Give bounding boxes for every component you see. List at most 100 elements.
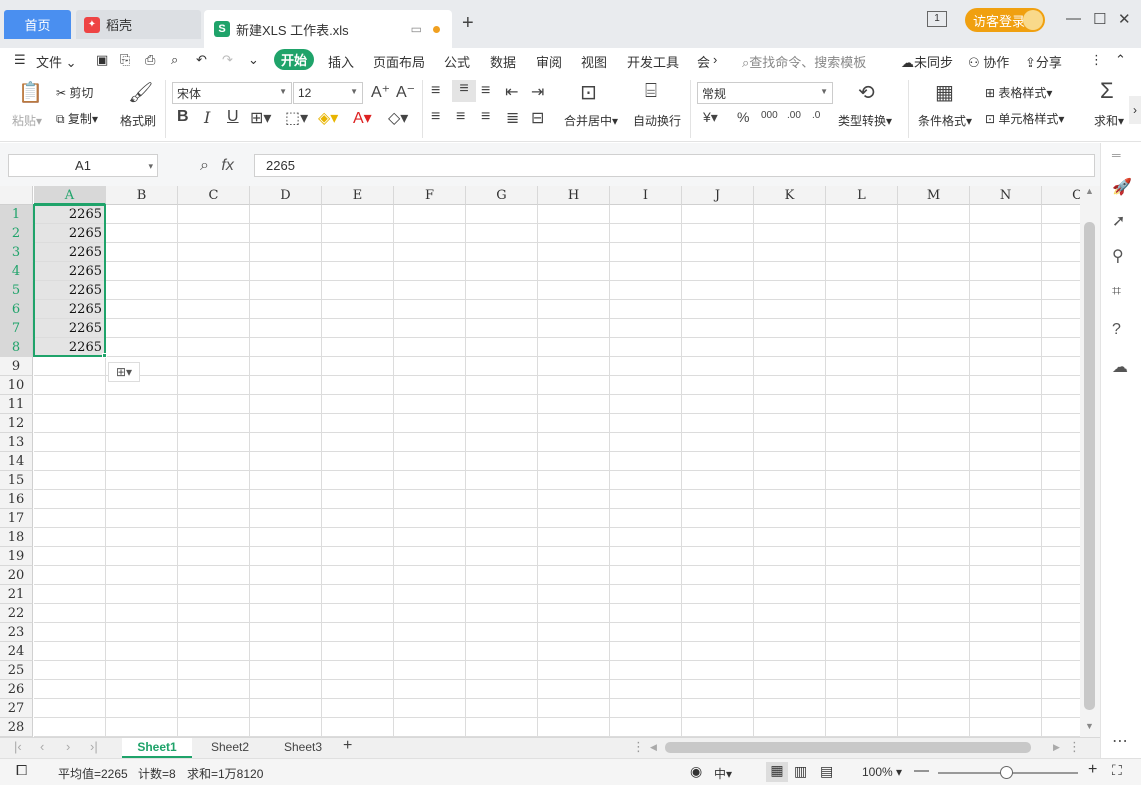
fill-options-icon[interactable]: ⊞▾ [108, 362, 140, 382]
cell-g23[interactable] [466, 623, 538, 642]
cell-m26[interactable] [898, 680, 970, 699]
row-header-28[interactable]: 28 [0, 718, 33, 737]
cell-n14[interactable] [970, 452, 1042, 471]
cell-e19[interactable] [322, 547, 394, 566]
cell-m12[interactable] [898, 414, 970, 433]
cell-f15[interactable] [394, 471, 466, 490]
cell-d9[interactable] [250, 357, 322, 376]
column-header-h[interactable]: H [538, 186, 610, 205]
row-header-16[interactable]: 16 [0, 490, 33, 509]
copy-button[interactable]: ⧉ 复制▾ [56, 110, 98, 127]
cell-n12[interactable] [970, 414, 1042, 433]
cell-m27[interactable] [898, 699, 970, 718]
row-header-24[interactable]: 24 [0, 642, 33, 661]
row-header-19[interactable]: 19 [0, 547, 33, 566]
column-header-l[interactable]: L [826, 186, 898, 205]
cell-j18[interactable] [682, 528, 754, 547]
number-format-select[interactable]: 常规 ▼ [697, 82, 833, 104]
cell-j21[interactable] [682, 585, 754, 604]
decrease-decimal-icon[interactable]: .0 [812, 110, 820, 121]
cell-o3[interactable] [1042, 243, 1080, 262]
column-header-m[interactable]: M [898, 186, 970, 205]
cell-f14[interactable] [394, 452, 466, 471]
cell-k16[interactable] [754, 490, 826, 509]
pointer-icon[interactable]: ➚ [1112, 211, 1125, 231]
cell-o26[interactable] [1042, 680, 1080, 699]
cell-k27[interactable] [754, 699, 826, 718]
cell-l1[interactable] [826, 205, 898, 224]
cell-j5[interactable] [682, 281, 754, 300]
cell-f6[interactable] [394, 300, 466, 319]
cell-g22[interactable] [466, 604, 538, 623]
cell-m13[interactable] [898, 433, 970, 452]
scroll-splitter-icon[interactable]: ⋮ [1068, 739, 1081, 755]
cell-o5[interactable] [1042, 281, 1080, 300]
cell-h5[interactable] [538, 281, 610, 300]
cell-k23[interactable] [754, 623, 826, 642]
cell-h24[interactable] [538, 642, 610, 661]
cell-c27[interactable] [178, 699, 250, 718]
column-header-f[interactable]: F [394, 186, 466, 205]
cell-d4[interactable] [250, 262, 322, 281]
cell-k2[interactable] [754, 224, 826, 243]
cell-e1[interactable] [322, 205, 394, 224]
cell-g15[interactable] [466, 471, 538, 490]
cell-l22[interactable] [826, 604, 898, 623]
cell-k14[interactable] [754, 452, 826, 471]
cell-m20[interactable] [898, 566, 970, 585]
cell-i23[interactable] [610, 623, 682, 642]
cell-j16[interactable] [682, 490, 754, 509]
cell-a17[interactable] [34, 509, 106, 528]
cell-e16[interactable] [322, 490, 394, 509]
cell-d16[interactable] [250, 490, 322, 509]
select-all-corner[interactable] [0, 186, 33, 205]
decrease-font-icon[interactable]: A⁻ [396, 82, 415, 102]
first-sheet-icon[interactable]: |‹ [14, 739, 22, 754]
cell-e22[interactable] [322, 604, 394, 623]
format-painter-button[interactable]: 格式刷 [120, 112, 156, 129]
cell-f16[interactable] [394, 490, 466, 509]
menu-page-layout[interactable]: 页面布局 [373, 52, 425, 71]
eye-protection-icon[interactable]: ◉ [690, 763, 702, 780]
cell-k1[interactable] [754, 205, 826, 224]
print-icon[interactable]: ⎙ [145, 52, 155, 68]
zoom-out-icon[interactable]: — [914, 762, 929, 779]
cell-m25[interactable] [898, 661, 970, 680]
cell-a3[interactable]: 2265 [34, 243, 106, 262]
formula-input[interactable]: 2265 [254, 154, 1095, 177]
column-header-n[interactable]: N [970, 186, 1042, 205]
cell-i9[interactable] [610, 357, 682, 376]
cell-l26[interactable] [826, 680, 898, 699]
cell-j10[interactable] [682, 376, 754, 395]
menu-view[interactable]: 视图 [581, 52, 607, 71]
cell-l2[interactable] [826, 224, 898, 243]
cell-h23[interactable] [538, 623, 610, 642]
cell-o13[interactable] [1042, 433, 1080, 452]
cell-d5[interactable] [250, 281, 322, 300]
cell-e8[interactable] [322, 338, 394, 357]
tab-splitter-icon[interactable]: ⋮ [632, 739, 645, 755]
cell-g8[interactable] [466, 338, 538, 357]
cell-i13[interactable] [610, 433, 682, 452]
cell-l20[interactable] [826, 566, 898, 585]
merge-center-icon[interactable]: ⊡ [580, 80, 597, 105]
cell-d2[interactable] [250, 224, 322, 243]
cell-m9[interactable] [898, 357, 970, 376]
cell-b6[interactable] [106, 300, 178, 319]
cell-n4[interactable] [970, 262, 1042, 281]
help-icon[interactable]: ? [1112, 321, 1121, 339]
cell-i20[interactable] [610, 566, 682, 585]
cell-g18[interactable] [466, 528, 538, 547]
cell-c20[interactable] [178, 566, 250, 585]
cell-b11[interactable] [106, 395, 178, 414]
cell-g27[interactable] [466, 699, 538, 718]
cell-i26[interactable] [610, 680, 682, 699]
cell-d7[interactable] [250, 319, 322, 338]
cell-l4[interactable] [826, 262, 898, 281]
cell-f20[interactable] [394, 566, 466, 585]
justify-icon[interactable]: ≣ [506, 108, 519, 128]
row-header-9[interactable]: 9 [0, 357, 33, 376]
cell-g3[interactable] [466, 243, 538, 262]
cell-m7[interactable] [898, 319, 970, 338]
cell-d3[interactable] [250, 243, 322, 262]
